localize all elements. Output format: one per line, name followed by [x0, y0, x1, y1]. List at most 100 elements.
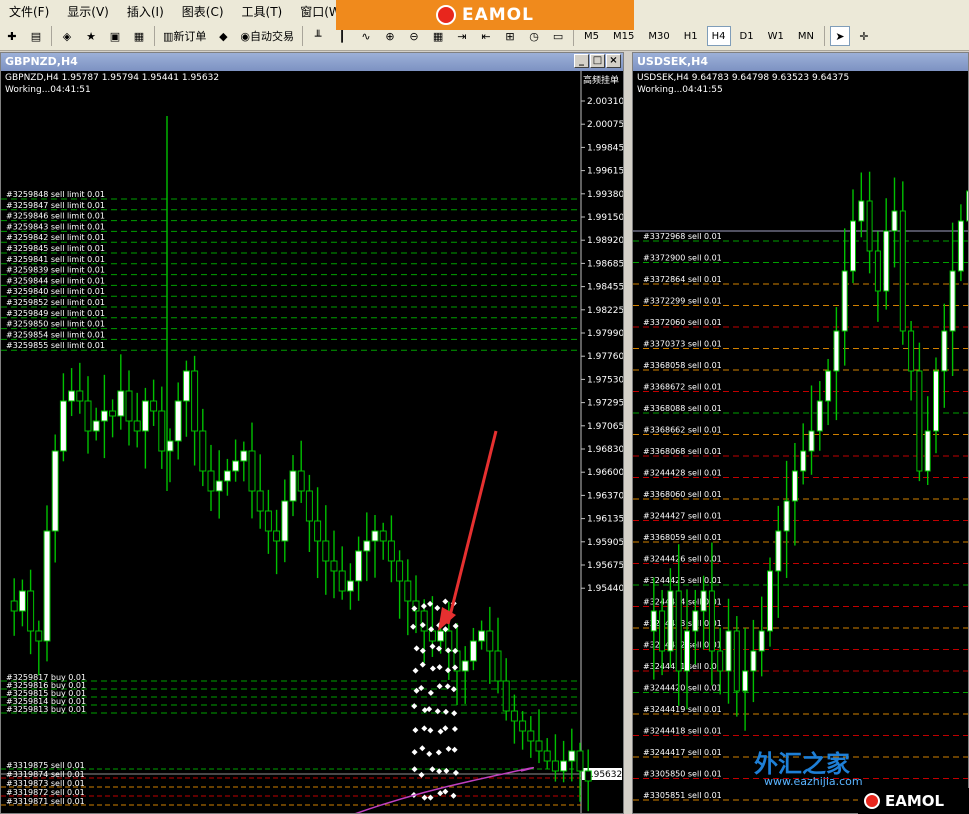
bar-chart-icon[interactable]: ╨ — [308, 26, 328, 46]
menu-file[interactable]: 文件(F) — [0, 3, 58, 20]
trade-marker — [427, 689, 434, 696]
brand-logo-icon — [436, 5, 456, 25]
order-label: #3368060 sell 0.01 — [643, 490, 722, 499]
candle-body — [742, 670, 749, 692]
data-window-icon[interactable]: ★ — [81, 26, 101, 46]
candle-body — [43, 530, 51, 642]
auto-trading-button[interactable]: ◉ 自动交易 — [237, 26, 297, 46]
candle-body — [733, 630, 740, 692]
symbol-info: USDSEK,H4 9.64783 9.64798 9.63523 9.6437… — [637, 73, 850, 83]
toolbar-separator — [823, 26, 825, 46]
chart-canvas[interactable]: 2.00310 2.00075 1.99845 1.99615 1.99380 1.991… — [1, 71, 623, 813]
market-watch-icon[interactable]: ◈ — [57, 26, 77, 46]
candle-body — [800, 450, 807, 472]
order-label: #3259843 sell limit 0.01 — [6, 222, 105, 231]
annotation-arrow — [446, 430, 498, 625]
candle-body — [478, 630, 486, 642]
order-label: #3244420 sell 0.01 — [643, 684, 722, 693]
minimize-button[interactable]: _ — [574, 54, 589, 68]
candle-body — [289, 470, 297, 502]
new-order-button[interactable]: ▥ 新订单 — [160, 26, 209, 46]
trade-marker — [442, 708, 449, 715]
chart-window-titlebar[interactable]: GBPNZD,H4 _ □ × — [1, 53, 623, 71]
candle-body — [305, 490, 313, 522]
order-label: #3370373 sell 0.01 — [643, 340, 722, 349]
candle-body — [125, 390, 133, 422]
candle-body — [273, 530, 281, 542]
brand-text: EAMOL — [462, 5, 534, 25]
trade-marker — [426, 750, 433, 757]
candle-body — [199, 430, 207, 472]
profiles-icon[interactable]: ▤ — [26, 26, 46, 46]
price-tick-label: 2.00310 — [587, 97, 623, 107]
candle-body — [109, 410, 117, 417]
trade-marker — [444, 683, 451, 690]
timeframe-m30[interactable]: M30 — [643, 26, 674, 46]
navigator-icon[interactable]: ▣ — [105, 26, 125, 46]
trade-marker — [421, 707, 428, 714]
order-label: #3244428 sell 0.01 — [643, 469, 722, 478]
candle-body — [363, 540, 371, 552]
timeframe-mn[interactable]: MN — [793, 26, 819, 46]
toolbar-separator — [302, 26, 304, 46]
price-tick-label: 1.95905 — [587, 538, 623, 548]
timeframe-d1[interactable]: D1 — [735, 26, 759, 46]
crosshair-icon[interactable]: ✛ — [854, 26, 874, 46]
trade-marker — [419, 647, 426, 654]
order-label: #3244425 sell 0.01 — [643, 576, 722, 585]
order-label: #3372299 sell 0.01 — [643, 297, 722, 306]
auto-trading-icon: ◉ — [240, 29, 251, 43]
brand-logo-icon — [864, 793, 880, 809]
auto-trading-label: 自动交易 — [250, 30, 295, 43]
terminal-icon[interactable]: ▦ — [129, 26, 149, 46]
candle-body — [850, 220, 856, 272]
candle-body — [117, 390, 125, 417]
trade-marker — [436, 664, 443, 671]
trade-marker — [445, 745, 452, 752]
trade-marker — [429, 766, 436, 773]
watermark-logo: 外汇之家 — [754, 750, 850, 778]
chart-window-gbpnzd[interactable]: GBPNZD,H4 _ □ × 2.00310 2.00075 1.99845 1.9… — [0, 52, 624, 814]
order-label: #3319872 sell 0.01 — [6, 788, 85, 797]
price-tick-label: 1.96600 — [587, 468, 623, 478]
chart-canvas[interactable]: #3372968 sell 0.01 #3372900 sell 0.01 #337… — [633, 71, 968, 813]
metaeditor-icon[interactable]: ◆ — [213, 26, 233, 46]
trade-marker — [427, 794, 434, 801]
close-button[interactable]: × — [606, 54, 621, 68]
candle-body — [966, 190, 968, 222]
timeframe-h1[interactable]: H1 — [679, 26, 703, 46]
price-tick-label: 1.98920 — [587, 236, 623, 246]
timeframe-w1[interactable]: W1 — [763, 26, 789, 46]
price-tick-label: 1.99380 — [587, 190, 623, 200]
candle-body — [215, 480, 223, 492]
chart-plot-area[interactable]: 2.00310 2.00075 1.99845 1.99615 1.99380 1.991… — [1, 71, 623, 813]
order-label: #3259840 sell limit 0.01 — [6, 287, 105, 296]
trade-marker — [426, 706, 433, 713]
chart-window-usdsek[interactable]: USDSEK,H4 #3372968 sell 0.01 #3372900 sel… — [632, 52, 969, 814]
candle-body — [355, 550, 363, 582]
candle-body — [560, 760, 568, 772]
candle-body — [783, 500, 790, 532]
candle-body — [949, 270, 956, 332]
new-chart-icon[interactable]: ✚ — [2, 26, 22, 46]
candle-body — [461, 660, 469, 672]
chart-window-titlebar[interactable]: USDSEK,H4 — [633, 53, 968, 71]
chart-plot-area[interactable]: #3372968 sell 0.01 #3372900 sell 0.01 #337… — [633, 71, 968, 813]
candle-body — [240, 450, 248, 462]
price-tick-label: 1.99150 — [587, 213, 623, 223]
menu-tools[interactable]: 工具(T) — [233, 3, 292, 20]
candle-body — [371, 530, 379, 542]
price-tick-label: 1.97530 — [587, 375, 623, 385]
cursor-icon[interactable]: ➤ — [829, 26, 850, 46]
order-label: #3259841 sell limit 0.01 — [6, 255, 105, 264]
order-label: #3372968 sell 0.01 — [643, 232, 722, 241]
timeframe-h4[interactable]: H4 — [706, 26, 731, 46]
candle-body — [650, 610, 657, 632]
menu-view[interactable]: 显示(V) — [58, 3, 118, 20]
menu-insert[interactable]: 插入(I) — [118, 3, 173, 20]
watermark-url: www.eazhijia.com — [764, 775, 863, 788]
menu-charts[interactable]: 图表(C) — [173, 3, 233, 20]
candle-body — [92, 420, 100, 432]
maximize-button[interactable]: □ — [590, 54, 605, 68]
price-tick-label: 1.98225 — [587, 306, 623, 316]
